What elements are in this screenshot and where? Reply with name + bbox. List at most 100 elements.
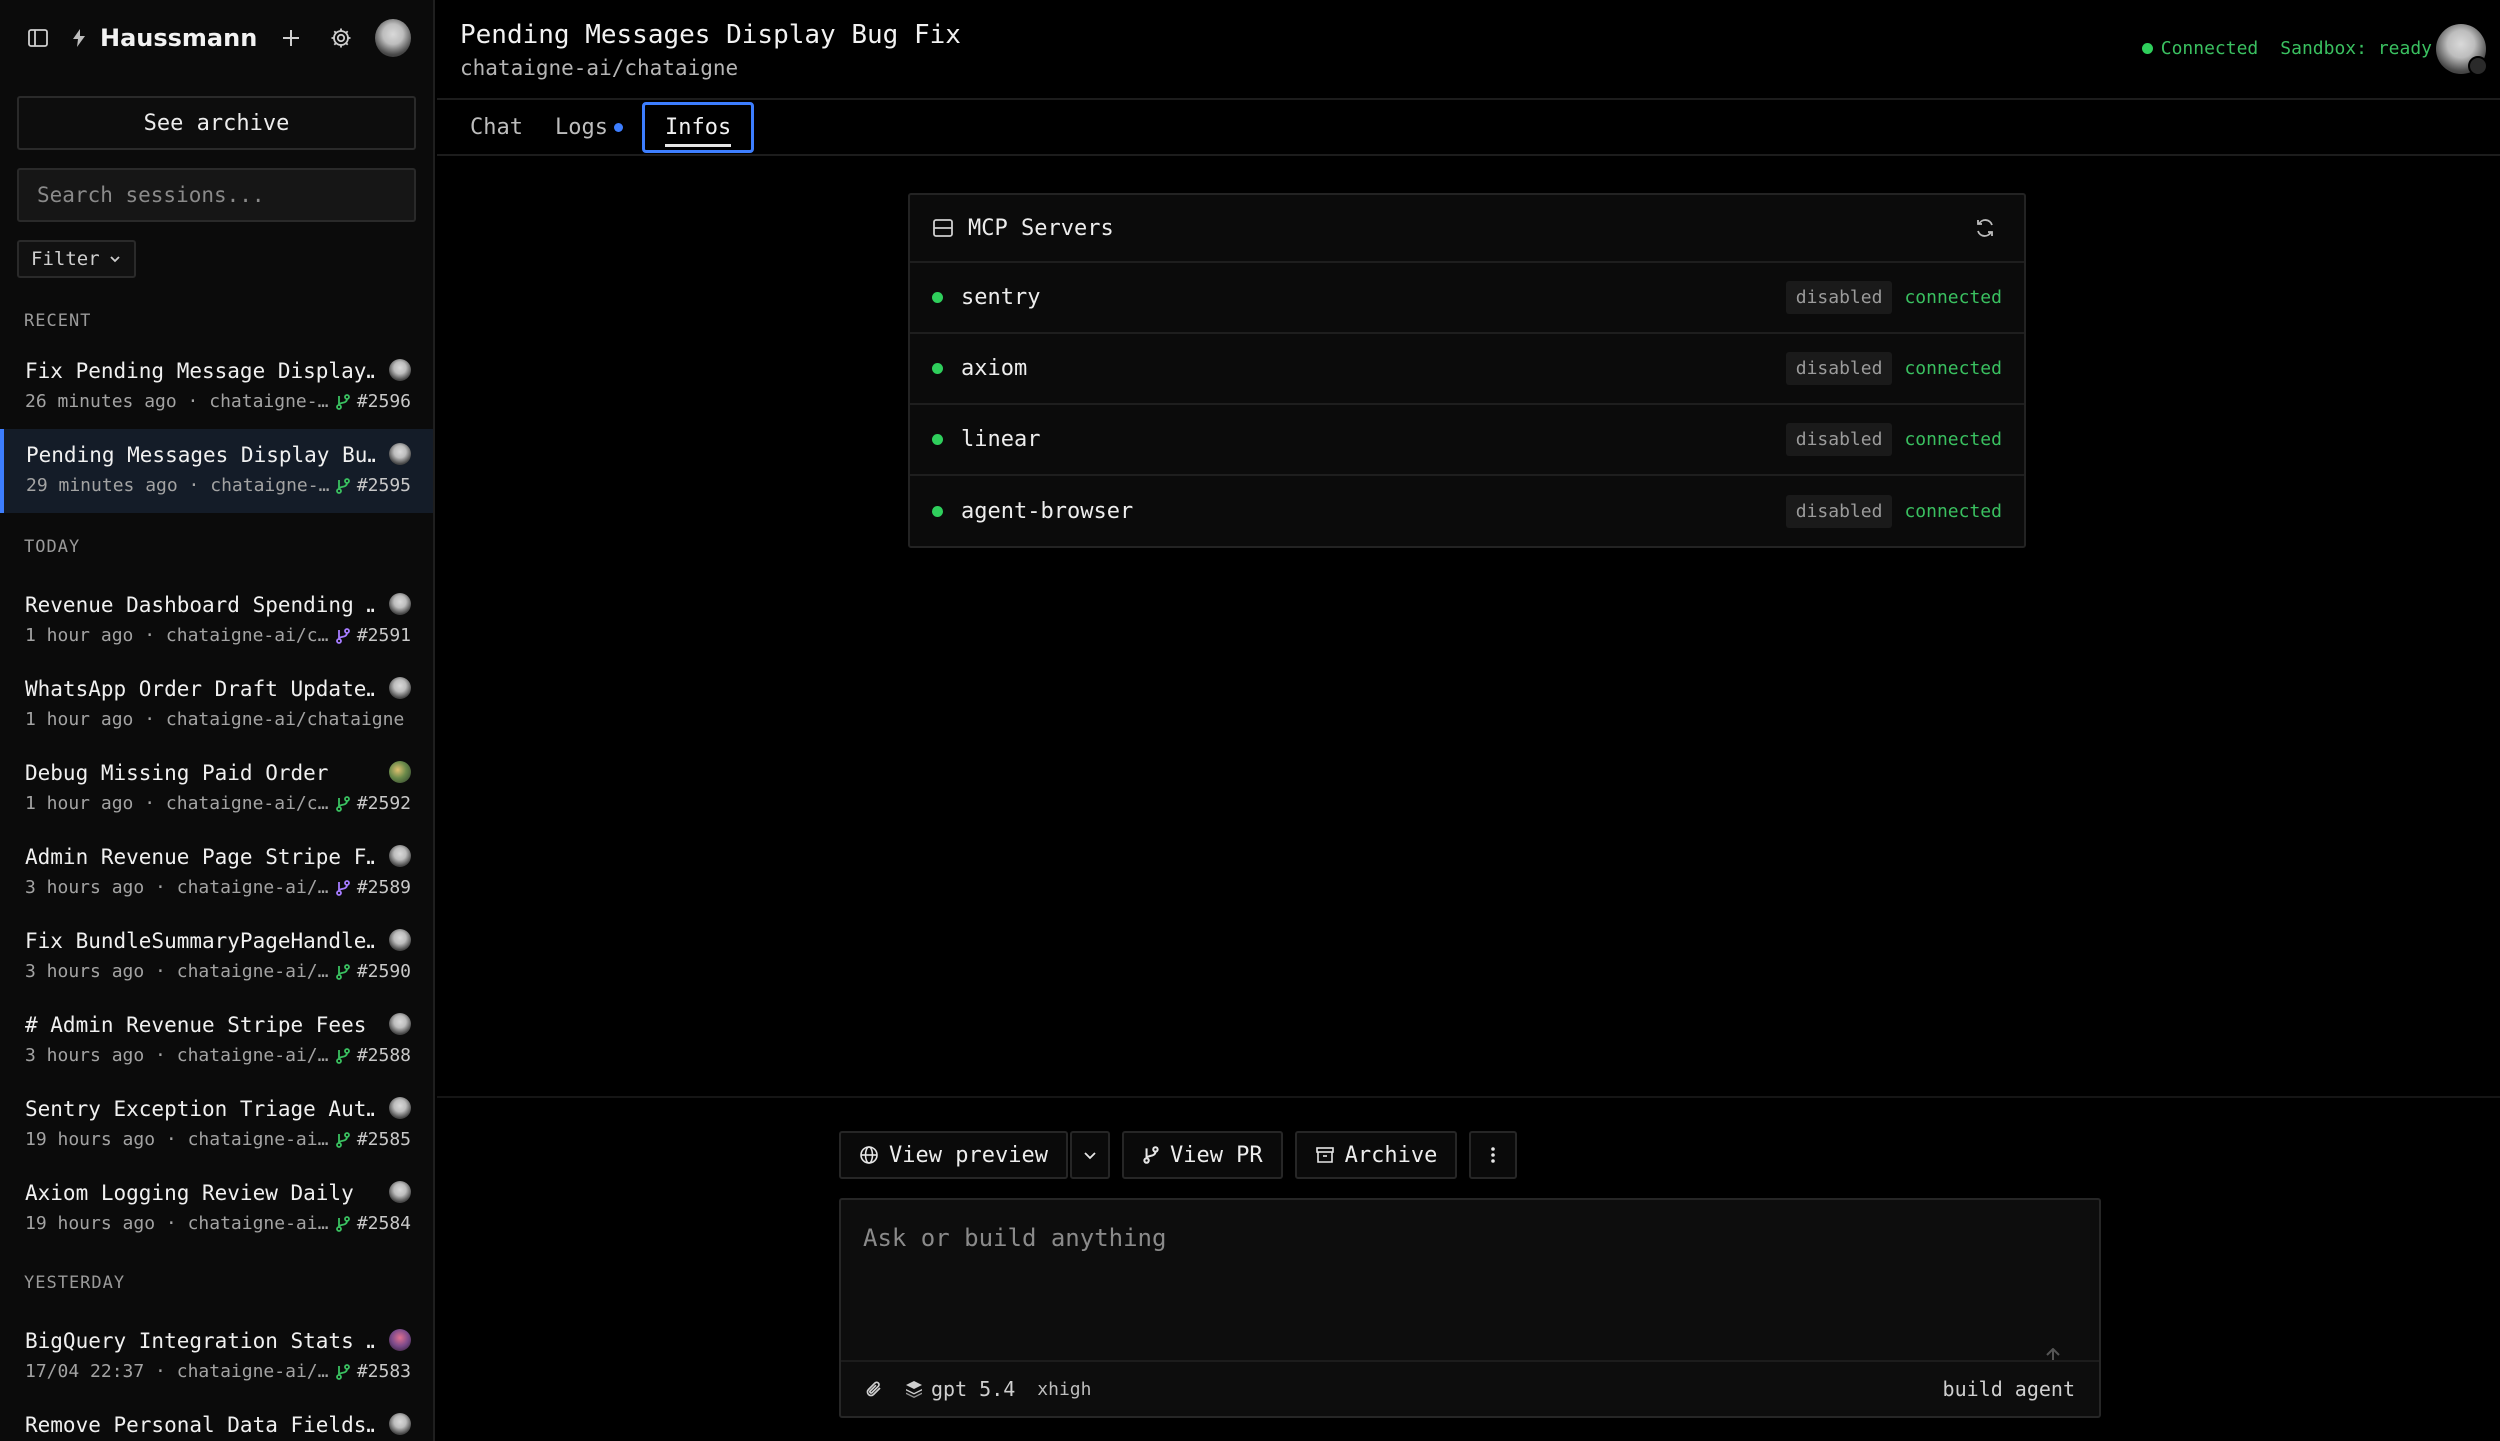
archive-label: Archive [1344, 1142, 1438, 1168]
agent-avatar[interactable] [2436, 24, 2488, 76]
session-pr[interactable]: #2591 [335, 625, 411, 646]
mcp-server-name: sentry [961, 285, 1041, 310]
agent-mode-selector[interactable]: build agent [1943, 1377, 2075, 1401]
session-meta: 26 minutes ago · chataigne-… #2596 [25, 391, 411, 412]
session-pr[interactable]: #2590 [335, 961, 411, 982]
git-branch-icon [335, 1131, 351, 1149]
mcp-server-status: connected [1904, 358, 2002, 379]
session-item[interactable]: Debug Missing Paid Order 1 hour ago · ch… [0, 747, 433, 831]
session-title: Admin Revenue Page Stripe F… [25, 845, 375, 869]
tab-logs[interactable]: Logs [542, 107, 636, 148]
status-dot-icon [932, 434, 943, 445]
session-meta: 1 hour ago · chataigne-ai/chataigne [25, 709, 411, 730]
filter-label: Filter [31, 248, 100, 270]
session-pr[interactable]: #2583 [335, 1361, 411, 1382]
mcp-servers-header: MCP Servers [910, 195, 2024, 263]
main-panel: Pending Messages Display Bug Fix chataig… [437, 0, 2500, 1441]
mcp-server-name: axiom [961, 356, 1028, 381]
session-pr[interactable]: #2592 [335, 793, 411, 814]
session-item-active[interactable]: Pending Messages Display Bu… 29 minutes … [0, 429, 433, 513]
session-repo: chataigne-ai… [187, 1129, 329, 1150]
mcp-server-row[interactable]: sentry disabled connected [910, 263, 2024, 334]
see-archive-button[interactable]: See archive [17, 96, 416, 150]
archive-button[interactable]: Archive [1294, 1131, 1458, 1179]
mcp-server-status: connected [1904, 501, 2002, 522]
search-sessions-field[interactable] [17, 168, 416, 222]
session-avatar [389, 1097, 411, 1119]
session-repo: chataigne-ai/c… [165, 793, 329, 814]
attach-paperclip-icon[interactable] [865, 1379, 883, 1399]
connected-label: Connected [2160, 38, 2259, 59]
session-pr[interactable]: #2584 [335, 1213, 411, 1234]
filter-dropdown[interactable]: Filter [17, 240, 136, 278]
refresh-icon[interactable] [1974, 217, 1996, 239]
composer-footer: gpt 5.4 xhigh build agent [841, 1360, 2099, 1416]
session-pr[interactable]: #2596 [335, 391, 411, 412]
git-merge-icon [335, 879, 351, 897]
mcp-server-state-badge: disabled [1785, 495, 1893, 528]
reasoning-effort-selector[interactable]: xhigh [1037, 1379, 1091, 1400]
view-pr-label: View PR [1169, 1142, 1263, 1168]
view-preview-button[interactable]: View preview [839, 1131, 1068, 1179]
search-sessions-input[interactable] [37, 183, 396, 207]
sidebar: Haussmann See archive Filter RECENT Fix … [0, 0, 435, 1441]
session-pr[interactable]: #2585 [335, 1129, 411, 1150]
git-branch-icon [335, 1215, 351, 1233]
session-title: Revenue Dashboard Spending … [25, 593, 375, 617]
view-pr-button[interactable]: View PR [1121, 1131, 1283, 1179]
session-pr-number: #2590 [356, 961, 411, 982]
session-time: 3 hours ago [25, 877, 145, 898]
session-time: 19 hours ago [25, 1213, 156, 1234]
session-item[interactable]: Fix BundleSummaryPageHandle… 3 hours ago… [0, 915, 433, 999]
mcp-server-row[interactable]: linear disabled connected [910, 405, 2024, 476]
session-title: BigQuery Integration Stats … [25, 1329, 375, 1353]
session-meta: 1 hour ago · chataigne-ai/c… #2592 [25, 793, 411, 814]
session-title: Debug Missing Paid Order [25, 761, 329, 785]
session-repo: chataigne-ai/chataigne [165, 709, 405, 730]
preview-options-dropdown[interactable] [1069, 1131, 1110, 1179]
session-avatar [389, 443, 411, 465]
session-title: Pending Messages Display Bu… [26, 443, 376, 467]
settings-gear-icon[interactable] [325, 21, 357, 55]
session-pr-number: #2583 [356, 1361, 411, 1382]
session-title: Axiom Logging Review Daily [25, 1181, 354, 1205]
session-item[interactable]: Remove Personal Data Fields… [0, 1399, 433, 1441]
session-item[interactable]: BigQuery Integration Stats … 17/04 22:37… [0, 1315, 433, 1399]
user-avatar[interactable] [375, 19, 412, 57]
section-label-today: TODAY [24, 537, 81, 557]
session-repo: chataigne-ai/… [176, 877, 329, 898]
session-title: Sentry Exception Triage Aut… [25, 1097, 375, 1121]
mcp-server-row[interactable]: axiom disabled connected [910, 334, 2024, 405]
session-pr[interactable]: #2595 [335, 475, 411, 496]
sidebar-header: Haussmann [0, 0, 433, 76]
message-input[interactable] [841, 1200, 2099, 1360]
session-item[interactable]: Axiom Logging Review Daily 19 hours ago … [0, 1167, 433, 1251]
session-item[interactable]: WhatsApp Order Draft Update… 1 hour ago … [0, 663, 433, 747]
mcp-server-name: agent-browser [961, 499, 1134, 524]
session-item[interactable]: Sentry Exception Triage Aut… 19 hours ag… [0, 1083, 433, 1167]
chevron-down-icon [1082, 1147, 1098, 1163]
session-item[interactable]: Fix Pending Message Display… 26 minutes … [0, 345, 433, 429]
tab-infos[interactable]: Infos [641, 101, 755, 153]
status-dot-icon [932, 506, 943, 517]
session-pr[interactable]: #2588 [335, 1045, 411, 1066]
session-pr[interactable]: #2589 [335, 877, 411, 898]
model-selector[interactable]: gpt 5.4 [905, 1377, 1015, 1401]
git-branch-icon [335, 795, 351, 813]
new-session-plus-icon[interactable] [275, 21, 307, 55]
session-repo: chataigne-ai/… [176, 1361, 329, 1382]
today-list: Revenue Dashboard Spending … 1 hour ago … [0, 579, 433, 1251]
globe-icon [859, 1145, 879, 1165]
sidebar-toggle-icon[interactable] [22, 21, 54, 55]
workspace-brand[interactable]: Haussmann [72, 24, 257, 52]
repo-name: chataigne-ai/chataigne [460, 56, 739, 80]
more-options-button[interactable] [1469, 1131, 1518, 1179]
tab-chat[interactable]: Chat [457, 107, 536, 148]
session-item[interactable]: Revenue Dashboard Spending … 1 hour ago … [0, 579, 433, 663]
session-meta: 3 hours ago · chataigne-ai/… #2589 [25, 877, 411, 898]
mcp-server-row[interactable]: agent-browser disabled connected [910, 476, 2024, 547]
session-repo: chataigne-… [210, 475, 330, 496]
avatar-badge-icon [2468, 56, 2488, 76]
session-item[interactable]: # Admin Revenue Stripe Fees 3 hours ago … [0, 999, 433, 1083]
session-item[interactable]: Admin Revenue Page Stripe F… 3 hours ago… [0, 831, 433, 915]
